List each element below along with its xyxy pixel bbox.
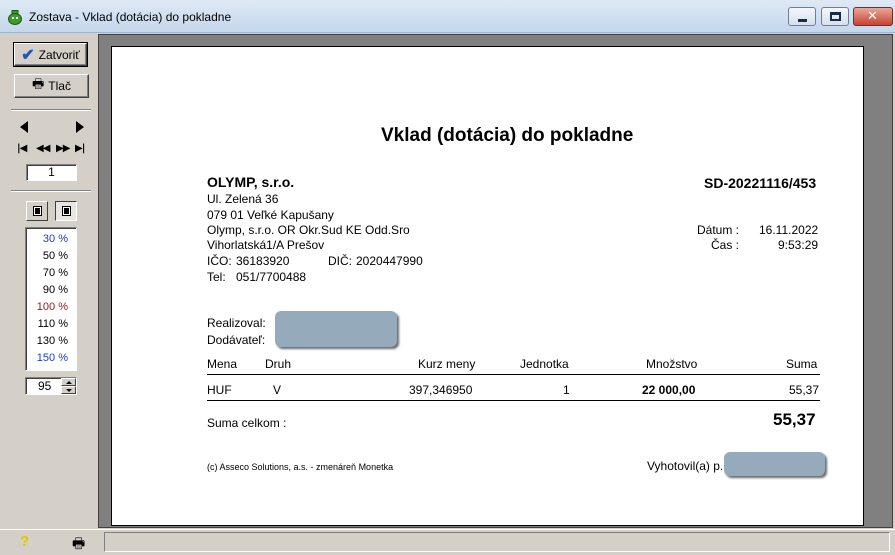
date-label: Dátum :	[697, 223, 740, 237]
close-report-button[interactable]: ✔ Zatvoriť	[13, 42, 88, 67]
realized-label: Realizoval:	[207, 316, 266, 330]
minimize-button[interactable]	[788, 7, 816, 26]
row-currency: HUF	[207, 383, 232, 397]
divider	[11, 109, 91, 111]
zoom-spinner[interactable]: 95	[25, 377, 77, 395]
zoom-option[interactable]: 70 %	[43, 267, 68, 279]
row-amount: 22 000,00	[642, 383, 696, 397]
dic-label: DIČ:	[328, 254, 352, 268]
column-header-amount: Množstvo	[646, 357, 698, 371]
tel-label: Tel:	[207, 270, 226, 284]
close-window-button[interactable]: ✕	[853, 7, 893, 26]
column-header-currency: Mena	[207, 357, 238, 371]
supplier-label: Dodávateľ:	[207, 333, 266, 347]
zoom-option[interactable]: 150 %	[37, 352, 68, 364]
page-width-view-button[interactable]	[55, 201, 77, 221]
page-icon	[62, 206, 71, 216]
next-page-button[interactable]	[76, 121, 84, 133]
window-title: Zostava - Vklad (dotácia) do pokladne	[29, 10, 232, 24]
made-by-label: Vyhotovil(a) p.	[647, 459, 724, 473]
page-number-field[interactable]: 1	[26, 164, 77, 181]
whole-page-view-button[interactable]	[26, 201, 48, 221]
row-sum: 55,37	[789, 383, 820, 397]
zoom-option[interactable]: 100 %	[37, 301, 68, 313]
company-street: Ul. Zelená 36	[207, 192, 279, 206]
print-button[interactable]: 🖶 Tlač	[14, 74, 89, 98]
print-label: Tlač	[48, 79, 71, 93]
zoom-option[interactable]: 130 %	[37, 335, 68, 347]
document-number: SD-20221116/453	[704, 175, 817, 191]
total-value: 55,37	[773, 410, 816, 429]
spin-up-icon[interactable]	[61, 378, 76, 386]
maximize-icon	[830, 12, 841, 21]
last-page-button[interactable]: ▶|	[75, 143, 85, 154]
preview-toolbar: ✔ Zatvoriť 🖶 Tlač |◀ ◀◀ ▶▶ ▶| 1 30 % 50 …	[0, 34, 96, 528]
dic-value: 2020447990	[356, 254, 423, 268]
table-header-rule	[207, 374, 820, 375]
first-page-button[interactable]: |◀	[17, 143, 27, 154]
spin-down-icon[interactable]	[61, 386, 76, 394]
row-rate: 397,346950	[409, 383, 473, 397]
report-title: Vklad (dotácia) do pokladne	[381, 125, 634, 146]
zoom-option[interactable]: 50 %	[43, 250, 68, 262]
company-register-address: Vihorlatská1/A Prešov	[207, 238, 325, 252]
page-icon	[33, 206, 42, 216]
app-icon	[8, 10, 22, 25]
total-label: Suma celkom :	[207, 416, 287, 430]
table-bottom-rule	[207, 400, 820, 401]
zoom-option[interactable]: 30 %	[43, 233, 68, 245]
printer-status-icon[interactable]: 🖶	[72, 533, 85, 555]
status-panel	[104, 532, 890, 552]
column-header-rate: Kurz meny	[418, 357, 476, 371]
time-value: 9:53:29	[778, 238, 819, 252]
report-page: Vklad (dotácia) do pokladne OLYMP, s.r.o…	[111, 46, 864, 526]
zoom-option[interactable]: 90 %	[43, 284, 68, 296]
ico-value: 36183920	[236, 254, 290, 268]
divider	[11, 190, 91, 192]
report-preview-area[interactable]: Vklad (dotácia) do pokladne OLYMP, s.r.o…	[98, 34, 893, 528]
row-unit: 1	[563, 383, 570, 397]
maximize-button[interactable]	[821, 7, 849, 26]
status-bar: ? 🖶	[0, 529, 895, 555]
redacted-name	[275, 311, 397, 347]
zoom-list[interactable]: 30 % 50 % 70 % 90 % 100 % 110 % 130 % 15…	[25, 227, 77, 371]
help-icon[interactable]: ?	[20, 533, 29, 550]
company-name: OLYMP, s.r.o.	[207, 174, 295, 190]
company-city: 079 01 Veľké Kapušany	[207, 208, 334, 222]
time-label: Čas :	[711, 238, 740, 252]
zoom-value: 95	[38, 379, 52, 393]
previous-page-button[interactable]	[20, 121, 28, 133]
close-icon: ✕	[867, 9, 878, 24]
column-header-unit: Jednotka	[520, 357, 569, 371]
fast-forward-button[interactable]: ▶▶	[56, 143, 70, 154]
rewind-button[interactable]: ◀◀	[36, 143, 50, 154]
printer-icon: 🖶	[32, 76, 45, 91]
row-kind: V	[273, 383, 282, 397]
zoom-option[interactable]: 110 %	[38, 318, 68, 330]
minimize-icon	[798, 19, 807, 22]
close-report-label: Zatvoriť	[38, 47, 80, 62]
footer-note: (c) Asseco Solutions, a.s. - zmenáreň Mo…	[207, 462, 394, 472]
title-bar: Zostava - Vklad (dotácia) do pokladne ✕	[0, 0, 895, 33]
column-header-kind: Druh	[265, 357, 292, 371]
ico-label: IČO:	[207, 254, 232, 268]
checkmark-icon: ✔	[21, 46, 35, 64]
date-value: 16.11.2022	[759, 223, 819, 237]
company-register: Olymp, s.r.o. OR Okr.Sud KE Odd.Sro	[207, 223, 410, 237]
redacted-signature	[724, 452, 825, 476]
tel-value: 051/7700488	[236, 270, 307, 284]
column-header-sum: Suma	[786, 357, 818, 371]
